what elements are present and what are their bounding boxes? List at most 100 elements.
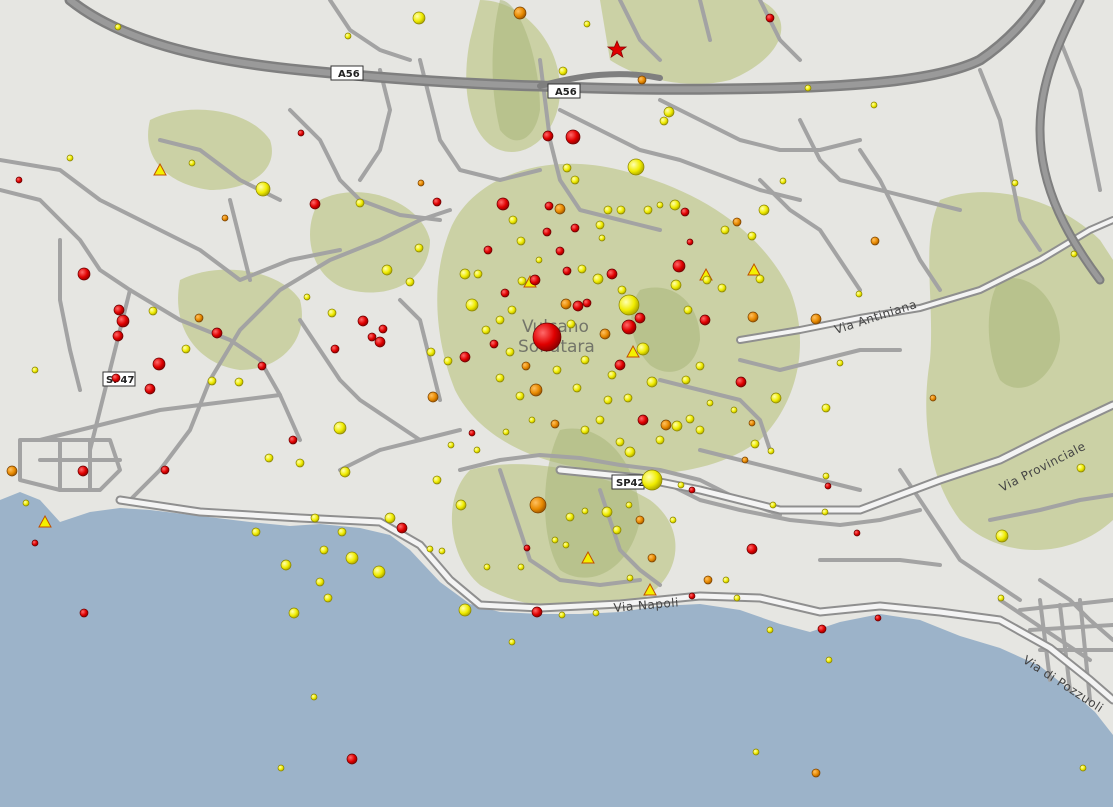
- earthquake-marker-yellow[interactable]: [669, 516, 677, 524]
- earthquake-marker-yellow[interactable]: [722, 576, 730, 584]
- earthquake-marker-yellow[interactable]: [66, 154, 74, 162]
- earthquake-marker-yellow[interactable]: [870, 101, 878, 109]
- earthquake-marker-yellow[interactable]: [558, 611, 566, 619]
- earthquake-marker-yellow[interactable]: [618, 294, 640, 316]
- earthquake-marker-yellow[interactable]: [505, 347, 515, 357]
- earthquake-marker-yellow[interactable]: [706, 399, 714, 407]
- earthquake-marker-orange[interactable]: [732, 217, 742, 227]
- earthquake-marker-yellow[interactable]: [447, 441, 455, 449]
- earthquake-marker-yellow[interactable]: [659, 116, 669, 126]
- earthquake-marker-yellow[interactable]: [473, 446, 481, 454]
- earthquake-marker-yellow[interactable]: [663, 106, 675, 118]
- earthquake-marker-yellow[interactable]: [1079, 764, 1087, 772]
- earthquake-marker-yellow[interactable]: [558, 66, 568, 76]
- map-canvas[interactable]: Vulcano Solfatara Via Antiniana Via Prov…: [0, 0, 1113, 807]
- earthquake-marker-red[interactable]: [874, 614, 882, 622]
- earthquake-marker-red[interactable]: [257, 361, 267, 371]
- earthquake-marker-yellow[interactable]: [570, 175, 580, 185]
- earthquake-marker-yellow[interactable]: [495, 315, 505, 325]
- earthquake-marker-orange[interactable]: [560, 298, 572, 310]
- earthquake-marker-red[interactable]: [614, 359, 626, 371]
- earthquake-marker-red[interactable]: [357, 315, 369, 327]
- earthquake-marker-yellow[interactable]: [626, 574, 634, 582]
- earthquake-marker-yellow[interactable]: [323, 593, 333, 603]
- earthquake-marker-yellow[interactable]: [207, 376, 217, 386]
- earthquake-marker-yellow[interactable]: [337, 527, 347, 537]
- earthquake-marker-orange[interactable]: [703, 575, 713, 585]
- earthquake-marker-yellow[interactable]: [646, 376, 658, 388]
- earthquake-marker-yellow[interactable]: [1011, 179, 1019, 187]
- earthquake-marker-yellow[interactable]: [481, 325, 491, 335]
- earthquake-marker-red[interactable]: [152, 357, 166, 371]
- earthquake-marker-yellow[interactable]: [327, 308, 337, 318]
- earthquake-marker-red[interactable]: [500, 288, 510, 298]
- earthquake-marker-red[interactable]: [31, 539, 39, 547]
- earthquake-marker-yellow[interactable]: [779, 177, 787, 185]
- earthquake-marker-yellow[interactable]: [465, 298, 479, 312]
- earthquake-marker-yellow[interactable]: [1076, 463, 1086, 473]
- earthquake-marker-yellow[interactable]: [855, 290, 863, 298]
- earthquake-marker-orange[interactable]: [929, 394, 937, 402]
- earthquake-marker-red[interactable]: [765, 13, 775, 23]
- earthquake-marker-yellow[interactable]: [595, 415, 605, 425]
- earthquake-marker-red[interactable]: [116, 314, 130, 328]
- earthquake-marker-yellow[interactable]: [310, 693, 318, 701]
- earthquake-marker-yellow[interactable]: [643, 205, 653, 215]
- earthquake-marker-yellow[interactable]: [598, 234, 606, 242]
- earthquake-marker-yellow[interactable]: [670, 279, 682, 291]
- earthquake-marker-yellow[interactable]: [562, 163, 572, 173]
- earthquake-marker-yellow[interactable]: [770, 392, 782, 404]
- earthquake-marker-yellow[interactable]: [580, 425, 590, 435]
- earthquake-marker-orange[interactable]: [521, 361, 531, 371]
- earthquake-marker-red[interactable]: [606, 268, 618, 280]
- earthquake-marker-orange[interactable]: [529, 383, 543, 397]
- earthquake-marker-orange[interactable]: [6, 465, 18, 477]
- earthquake-marker-yellow[interactable]: [355, 198, 365, 208]
- earthquake-marker-yellow[interactable]: [623, 393, 633, 403]
- earthquake-marker-yellow[interactable]: [683, 305, 693, 315]
- earthquake-marker-yellow[interactable]: [516, 236, 526, 246]
- earthquake-marker-red[interactable]: [396, 522, 408, 534]
- earthquake-marker-yellow[interactable]: [580, 355, 590, 365]
- earthquake-marker-yellow[interactable]: [624, 446, 636, 458]
- earthquake-marker-yellow[interactable]: [345, 551, 359, 565]
- earthquake-marker-red[interactable]: [542, 130, 554, 142]
- earthquake-marker-yellow[interactable]: [758, 204, 770, 216]
- earthquake-marker-yellow[interactable]: [804, 84, 812, 92]
- earthquake-marker-red[interactable]: [688, 592, 696, 600]
- earthquake-marker-yellow[interactable]: [592, 273, 604, 285]
- earthquake-marker-yellow[interactable]: [188, 159, 196, 167]
- earthquake-marker-yellow[interactable]: [303, 293, 311, 301]
- earthquake-marker-yellow[interactable]: [747, 231, 757, 241]
- earthquake-marker-yellow[interactable]: [1070, 250, 1078, 258]
- earthquake-marker-yellow[interactable]: [581, 507, 589, 515]
- earthquake-marker-yellow[interactable]: [31, 366, 39, 374]
- earthquake-marker-yellow[interactable]: [310, 513, 320, 523]
- earthquake-marker-yellow[interactable]: [995, 529, 1009, 543]
- earthquake-marker-red[interactable]: [288, 435, 298, 445]
- earthquake-marker-yellow[interactable]: [603, 205, 613, 215]
- earthquake-marker-yellow[interactable]: [836, 359, 844, 367]
- earthquake-marker-yellow[interactable]: [381, 264, 393, 276]
- earthquake-marker-yellow[interactable]: [473, 269, 483, 279]
- earthquake-marker-yellow[interactable]: [517, 563, 525, 571]
- earthquake-marker-red[interactable]: [555, 246, 565, 256]
- earthquake-marker-orange[interactable]: [221, 214, 229, 222]
- earthquake-marker-red[interactable]: [621, 319, 637, 335]
- earthquake-marker-red[interactable]: [483, 245, 493, 255]
- earthquake-marker-orange[interactable]: [513, 6, 527, 20]
- earthquake-marker-red[interactable]: [160, 465, 170, 475]
- earthquake-marker-red[interactable]: [297, 129, 305, 137]
- earthquake-marker-red[interactable]: [111, 373, 121, 383]
- earthquake-marker-red[interactable]: [746, 543, 758, 555]
- earthquake-marker-red[interactable]: [582, 298, 592, 308]
- earthquake-marker-red[interactable]: [686, 238, 694, 246]
- earthquake-marker-red[interactable]: [544, 201, 554, 211]
- earthquake-marker-red[interactable]: [367, 332, 377, 342]
- earthquake-marker-yellow[interactable]: [339, 466, 351, 478]
- earthquake-marker-yellow[interactable]: [717, 283, 727, 293]
- earthquake-marker-orange[interactable]: [748, 419, 756, 427]
- earthquake-marker-yellow[interactable]: [551, 536, 559, 544]
- earthquake-marker-yellow[interactable]: [315, 577, 325, 587]
- earthquake-marker-red[interactable]: [523, 544, 531, 552]
